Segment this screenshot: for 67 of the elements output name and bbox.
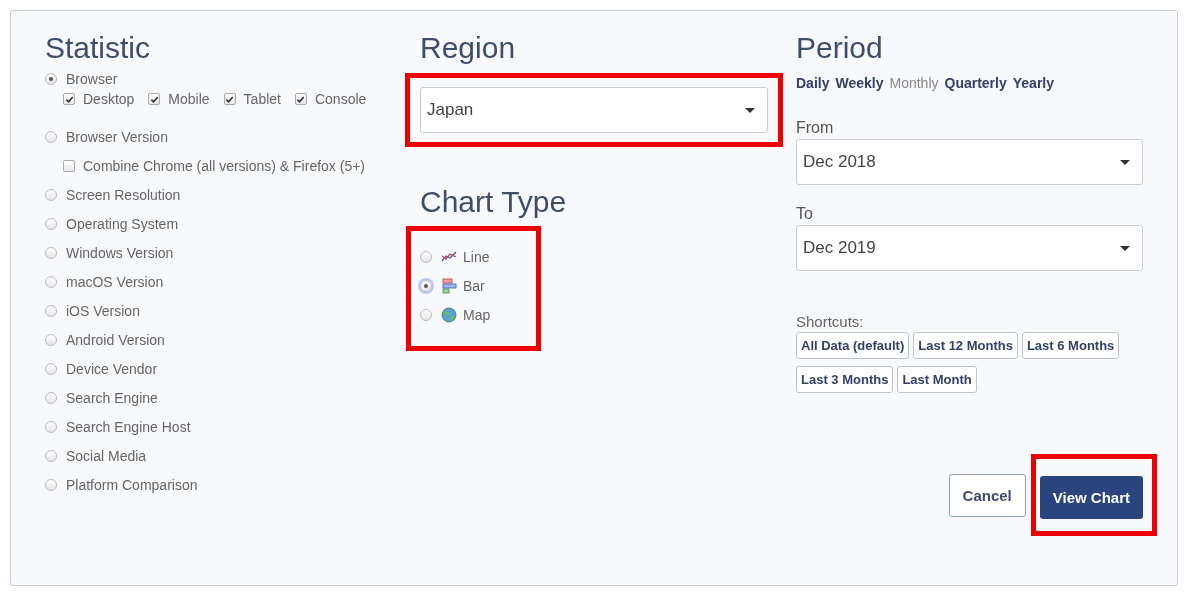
- from-dropdown[interactable]: Dec 2018: [796, 139, 1143, 185]
- caret-icon: [1120, 245, 1130, 251]
- radio-label: Line: [463, 248, 490, 265]
- checkbox-label: Mobile: [168, 91, 210, 107]
- shortcut-button[interactable]: Last 12 Months: [913, 332, 1018, 359]
- radio-button[interactable]: [420, 250, 432, 263]
- shortcuts-label: Shortcuts:: [796, 313, 865, 330]
- radio-label: Social Media: [66, 448, 147, 464]
- checkbox[interactable]: [294, 93, 307, 105]
- radio-button[interactable]: [45, 363, 57, 375]
- radio-button[interactable]: [420, 308, 432, 321]
- radio-label: Search Engine: [66, 390, 158, 406]
- caret-icon: [745, 107, 755, 113]
- region-dropdown[interactable]: Japan: [420, 87, 768, 133]
- cancel-button[interactable]: Cancel: [948, 473, 1026, 517]
- checkbox-label: Desktop: [83, 91, 135, 107]
- field-label: To: [796, 205, 814, 223]
- radio-label: Platform Comparison: [66, 477, 198, 493]
- shortcut-button[interactable]: Last Month: [897, 366, 977, 393]
- radio-label: Search Engine Host: [66, 419, 191, 435]
- radio-button[interactable]: [45, 189, 57, 201]
- radio-label: iOS Version: [66, 303, 140, 319]
- radio-button[interactable]: [45, 479, 57, 491]
- bar-chart-icon: [441, 277, 457, 294]
- radio-label: macOS Version: [66, 274, 164, 290]
- shortcut-button[interactable]: All Data (default): [796, 332, 910, 359]
- radio-label: Operating System: [66, 216, 179, 232]
- radio-button[interactable]: [420, 279, 432, 292]
- radio-button[interactable]: [45, 276, 57, 288]
- to-dropdown[interactable]: Dec 2019: [796, 225, 1143, 271]
- radio-button[interactable]: [45, 131, 57, 143]
- view-chart-button[interactable]: View Chart: [1039, 476, 1143, 519]
- radio-button[interactable]: [45, 450, 57, 462]
- checkbox-label: Combine Chrome (all versions) & Firefox (5+): [83, 158, 366, 174]
- radio-label: Android Version: [66, 332, 165, 348]
- checkbox[interactable]: [63, 93, 75, 105]
- checkbox[interactable]: [63, 160, 75, 172]
- caret-icon: [1120, 159, 1130, 165]
- checkbox-label: Console: [314, 91, 367, 107]
- globe-icon: [441, 306, 457, 323]
- shortcut-button[interactable]: Last 3 Months: [796, 366, 894, 393]
- section-heading: Chart Type: [420, 184, 568, 220]
- radio-label: Browser: [66, 71, 118, 87]
- shortcut-button[interactable]: Last 6 Months: [1021, 332, 1120, 359]
- section-heading: Statistic: [45, 30, 152, 61]
- radio-button[interactable]: [45, 334, 57, 346]
- checkbox[interactable]: [223, 93, 236, 105]
- radio-label: Browser Version: [66, 129, 168, 145]
- radio-button[interactable]: [45, 218, 57, 230]
- radio-button[interactable]: [45, 392, 57, 404]
- radio-label: Windows Version: [66, 245, 174, 261]
- checkbox-label: Tablet: [243, 91, 281, 107]
- radio-label: Map: [463, 306, 491, 323]
- checkbox[interactable]: [148, 93, 161, 105]
- radio-button[interactable]: [45, 305, 57, 317]
- radio-button[interactable]: [45, 73, 57, 85]
- period-link[interactable]: Daily: [796, 75, 830, 91]
- period-link[interactable]: Weekly: [835, 75, 884, 91]
- radio-label: Device Vendor: [66, 361, 158, 377]
- radio-button[interactable]: [45, 421, 57, 433]
- radio-button[interactable]: [45, 247, 57, 259]
- period-link[interactable]: Yearly: [1012, 75, 1054, 91]
- section-heading: Period: [796, 30, 884, 61]
- radio-label: Bar: [463, 277, 485, 294]
- field-label: From: [796, 119, 835, 137]
- period-link[interactable]: Quarterly: [944, 75, 1007, 91]
- radio-label: Screen Resolution: [66, 187, 181, 203]
